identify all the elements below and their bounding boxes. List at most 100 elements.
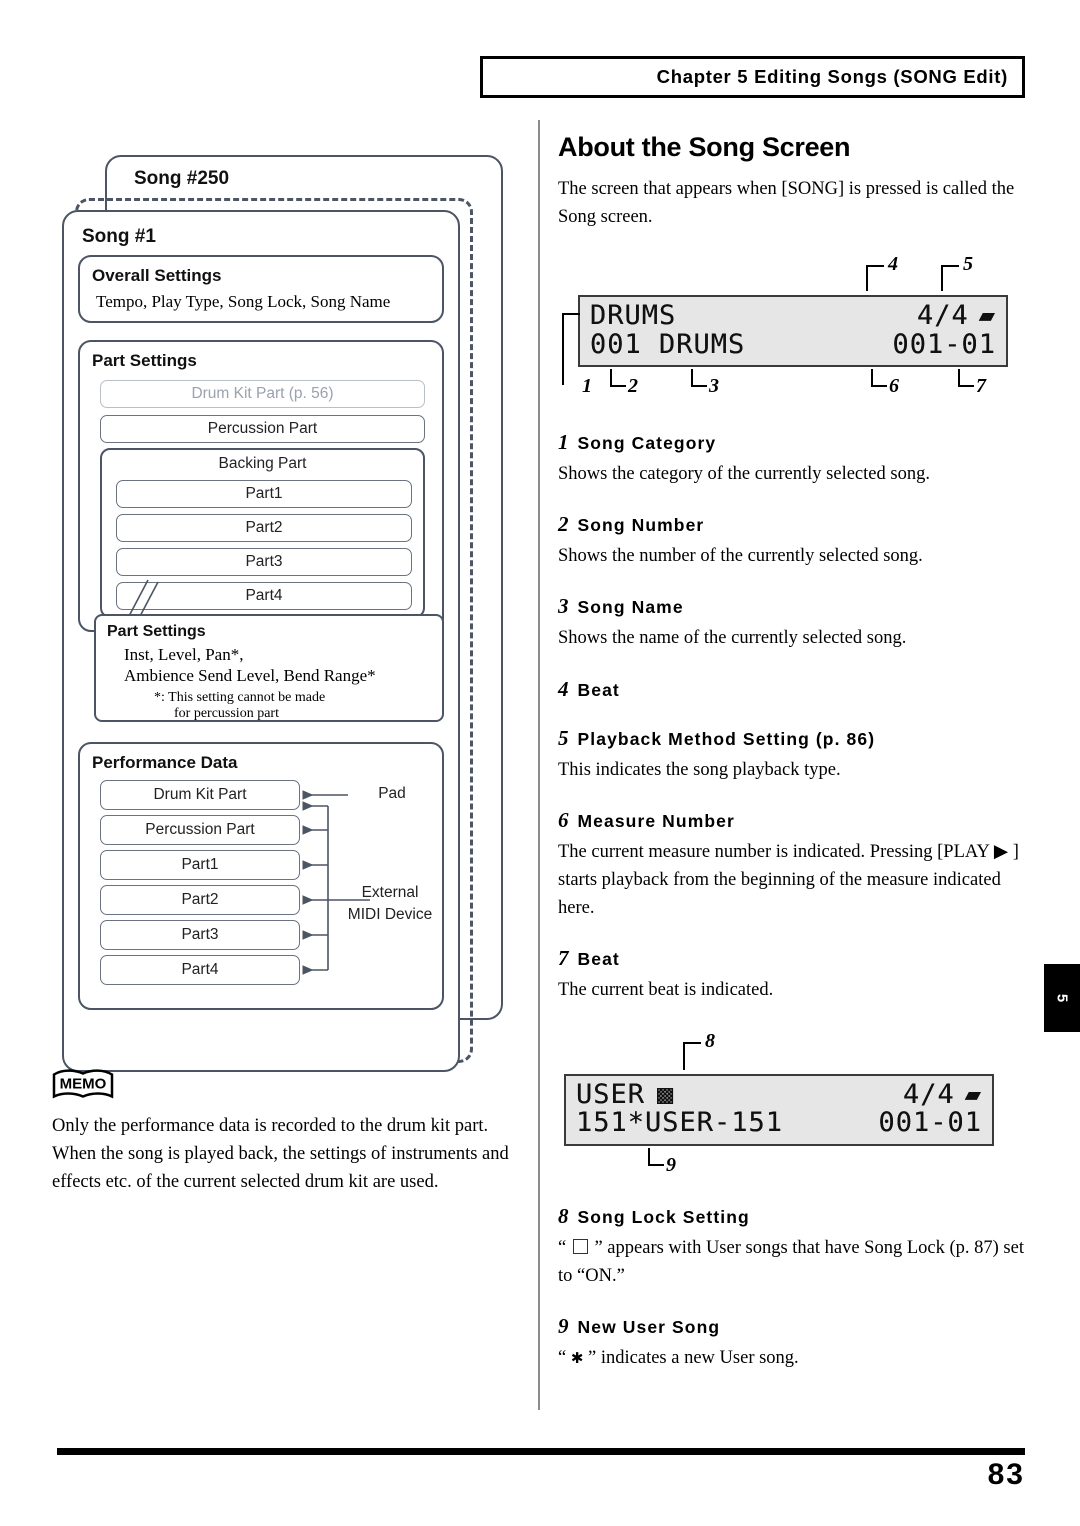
- intro-paragraph: The screen that appears when [SONG] is p…: [558, 179, 1015, 228]
- lcd1-callout-3: 3: [709, 375, 719, 398]
- lcd2-line2-right: 001-01: [878, 1107, 982, 1139]
- perf-row-part1: Part1: [100, 850, 300, 880]
- lcd1-tick-1h: [562, 313, 580, 316]
- lcd-screen-1-wrap: 4 5 DRUMS 4/4 ▰ 001 DRUMS 001-01 1 2 3 6…: [558, 253, 1028, 413]
- perf-row-5-label: Part4: [181, 961, 219, 978]
- svg-text:MEMO: MEMO: [60, 1076, 107, 1093]
- song-structure-diagram: Song #250 Song #1 Overall Settings Tempo…: [46, 150, 516, 1072]
- item-6-number: 6: [558, 807, 569, 832]
- lcd1-line1-right: 4/4: [916, 300, 969, 332]
- part-row-4: Part4: [116, 582, 412, 610]
- perf-row-part4: Part4: [100, 955, 300, 985]
- item-1-heading: 1 Song Category: [558, 430, 1028, 455]
- drum-kit-part-label: Drum Kit Part (p. 56): [191, 385, 334, 402]
- memo-book-icon: MEMO: [52, 1069, 114, 1099]
- external-midi-line2: MIDI Device: [347, 906, 433, 923]
- perf-row-4-label: Part3: [181, 926, 219, 943]
- manual-page: Chapter 5 Editing Songs (SONG Edit) Song…: [0, 0, 1080, 1526]
- item-7-title: Beat: [577, 948, 620, 969]
- lcd-screen-1: DRUMS 4/4 ▰ 001 DRUMS 001-01: [578, 295, 1008, 368]
- lcd1-tick-1v: [562, 313, 564, 386]
- chapter-header-text: Chapter 5 Editing Songs (SONG Edit): [656, 66, 1008, 87]
- performance-data-group: Performance Data Drum Kit Part Percussio…: [78, 742, 444, 1010]
- lcd1-line1-left: DRUMS: [590, 300, 677, 332]
- item-8-body: “ ” appears with User songs that have So…: [558, 1234, 1028, 1290]
- memo-text: Only the performance data is recorded to…: [52, 1116, 509, 1193]
- item-5-heading: 5 Playback Method Setting (p. 86): [558, 726, 1028, 751]
- chapter-header-bar: Chapter 5 Editing Songs (SONG Edit): [480, 56, 1025, 98]
- part-row-4-label: Part4: [245, 587, 283, 604]
- item-1-body: Shows the category of the currently sele…: [558, 464, 930, 485]
- chapter-side-tab: 5: [1044, 964, 1080, 1032]
- lcd1-callout-6: 6: [889, 375, 899, 398]
- item-6-body: The current measure number is indicated.…: [558, 841, 1019, 918]
- lcd1-tick-4h: [866, 265, 884, 268]
- pad-source-label: Pad: [378, 785, 406, 802]
- lcd1-callout-4: 4: [888, 253, 898, 276]
- perf-row-drum-kit-part: Drum Kit Part: [100, 780, 300, 810]
- drum-kit-part-box: Drum Kit Part (p. 56): [100, 380, 425, 408]
- part-settings-callout-note2: for percussion part: [174, 706, 279, 721]
- lcd1-tick-6h: [871, 385, 887, 388]
- overall-settings-body: Tempo, Play Type, Song Lock, Song Name: [96, 292, 391, 311]
- item-3-number: 3: [558, 594, 569, 619]
- item-5-number: 5: [558, 725, 569, 750]
- playback-method-glyph-icon-2: ▰: [964, 1079, 982, 1111]
- item-1-number: 1: [558, 430, 569, 455]
- column-divider: [538, 120, 540, 1410]
- item-1-title: Song Category: [577, 433, 717, 454]
- backing-part-group: Backing Part Part1 Part2 Part3 Part4: [100, 448, 425, 618]
- item-9-heading: 9 New User Song: [558, 1314, 1028, 1339]
- item-8-title: Song Lock Setting: [577, 1207, 750, 1228]
- perf-row-2-label: Part1: [181, 856, 219, 873]
- part-settings-callout-note1: *: This setting cannot be made: [154, 690, 326, 705]
- lcd1-tick-2h: [610, 385, 626, 388]
- item-8-heading: 8 Song Lock Setting: [558, 1204, 1028, 1229]
- lcd-screen-2-wrap: 8 USER ▩ 4/4 ▰ 151*USER-151 001-01 9: [558, 1030, 1028, 1180]
- part-settings-callout-line1: Inst, Level, Pan*,: [124, 645, 244, 664]
- lcd1-tick-5v: [941, 265, 943, 292]
- song-lock-icon: [572, 1239, 588, 1255]
- item-3-body: Shows the name of the currently selected…: [558, 628, 907, 649]
- lcd1-tick-7h: [958, 385, 974, 388]
- item-6-title: Measure Number: [577, 810, 735, 831]
- lcd1-callout-2: 2: [628, 375, 638, 398]
- lcd1-callout-7: 7: [976, 375, 986, 398]
- perf-row-percussion-part: Percussion Part: [100, 815, 300, 845]
- item-3-title: Song Name: [577, 597, 684, 618]
- perf-row-0-label: Drum Kit Part: [153, 786, 247, 803]
- part-row-2: Part2: [116, 514, 412, 542]
- memo-block: MEMO Only the performance data is record…: [52, 1068, 522, 1196]
- part-settings-callout-line2: Ambience Send Level, Bend Range*: [124, 666, 376, 685]
- backing-part-label: Backing Part: [218, 455, 307, 472]
- item-3-heading: 3 Song Name: [558, 594, 1028, 619]
- song-1-label: Song #1: [82, 226, 156, 247]
- external-midi-line1: External: [361, 884, 419, 901]
- lcd2-line2-left: 151*USER-151: [576, 1107, 784, 1139]
- item-7-heading: 7 Beat: [558, 946, 1028, 971]
- right-column: About the Song Screen The screen that ap…: [558, 132, 1028, 1378]
- lcd2-tick-8h: [683, 1042, 701, 1045]
- lcd2-line1-left: USER: [576, 1079, 646, 1111]
- lcd-screen-2: USER ▩ 4/4 ▰ 151*USER-151 001-01: [564, 1074, 994, 1147]
- item-4-number: 4: [558, 676, 569, 701]
- item-7-body: The current beat is indicated.: [558, 979, 774, 1000]
- item-9-number: 9: [558, 1314, 569, 1339]
- perf-row-part2: Part2: [100, 885, 300, 915]
- lcd1-callout-1: 1: [582, 375, 592, 398]
- item-5-body: This indicates the song playback type.: [558, 759, 841, 780]
- part-row-1-label: Part1: [245, 485, 283, 502]
- performance-data-title: Performance Data: [92, 753, 238, 772]
- lcd2-callout-9: 9: [666, 1154, 676, 1177]
- overall-settings-title: Overall Settings: [92, 266, 222, 285]
- part-settings-callout: Part Settings Inst, Level, Pan*, Ambienc…: [94, 614, 444, 722]
- part-row-1: Part1: [116, 480, 412, 508]
- percussion-part-box: Percussion Part: [100, 415, 425, 443]
- percussion-part-label: Percussion Part: [207, 420, 318, 437]
- part-row-2-label: Part2: [245, 519, 283, 536]
- perf-row-part3: Part3: [100, 920, 300, 950]
- page-title: About the Song Screen: [558, 132, 851, 162]
- item-2-title: Song Number: [577, 515, 705, 536]
- page-number: 83: [987, 1458, 1025, 1491]
- lcd1-tick-4v: [866, 265, 868, 292]
